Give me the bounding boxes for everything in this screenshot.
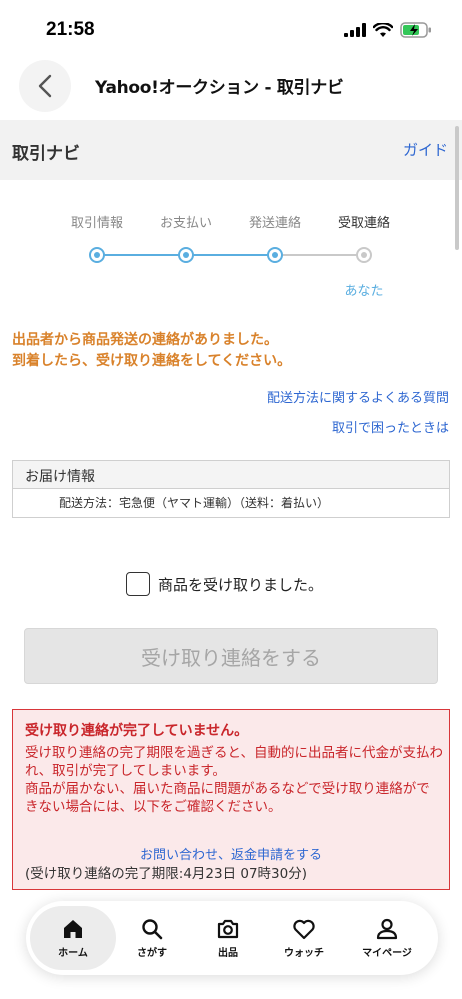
- tab-watch[interactable]: ウォッチ: [268, 906, 340, 970]
- search-icon: [142, 918, 163, 939]
- tab-home[interactable]: ホーム: [30, 906, 116, 970]
- tab-mypage[interactable]: マイページ: [344, 906, 430, 970]
- receipt-confirm-button[interactable]: 受け取り連絡をする: [24, 628, 438, 684]
- home-icon: [64, 919, 82, 938]
- nav-header: Yahoo!オークション - 取引ナビ: [0, 60, 462, 118]
- status-icons: [344, 22, 432, 38]
- section-bar: 取引ナビ ガイド: [0, 120, 462, 180]
- tab-sell[interactable]: 出品: [192, 906, 264, 970]
- back-button[interactable]: [19, 60, 71, 112]
- received-checkbox[interactable]: [126, 572, 150, 596]
- bottom-tab-bar: ホーム さがす 出品 ウォッチ マイページ: [26, 901, 438, 975]
- trouble-help-link[interactable]: 取引で困ったときは: [332, 417, 449, 436]
- delivery-method: 配送方法：宅急便（ヤマト運輸）（送料：着払い）: [59, 496, 330, 510]
- warning-text-2: 商品が届かない、届いた商品に問題があるなどで受け取り連絡ができない場合には、以下…: [25, 781, 430, 815]
- step-label-receipt: 受取連絡: [337, 216, 391, 231]
- heart-icon: [293, 919, 315, 939]
- tab-search-label: さがす: [137, 947, 167, 959]
- chevron-left-icon: [38, 74, 52, 98]
- step-label-shipping: 発送連絡: [248, 216, 302, 231]
- signal-icon: [344, 23, 366, 37]
- page-title: Yahoo!オークション - 取引ナビ: [95, 78, 344, 98]
- tab-watch-label: ウォッチ: [284, 947, 324, 959]
- warning-text: 受け取り連絡の完了期限を過ぎると、自動的に出品者に代金が支払われ、取引が完了して…: [25, 744, 443, 816]
- step-label-info: 取引情報: [70, 216, 124, 231]
- shipping-notice: 出品者から商品発送の連絡がありました。 到着したら、受け取り連絡をしてください。: [12, 330, 291, 372]
- section-title: 取引ナビ: [12, 144, 80, 164]
- warning-text-1: 受け取り連絡の完了期限を過ぎると、自動的に出品者に代金が支払われ、取引が完了して…: [25, 745, 443, 779]
- step-label-payment: お支払い: [159, 216, 213, 231]
- wifi-icon: [373, 22, 393, 37]
- guide-link[interactable]: ガイド: [403, 139, 448, 160]
- step-dot-payment: [178, 247, 194, 263]
- received-checkbox-label[interactable]: 商品を受け取りました。: [158, 574, 323, 595]
- step-line-pending: [275, 254, 364, 256]
- progress-steps: 取引情報 お支払い 発送連絡 受取連絡 あなた: [0, 208, 462, 308]
- received-checkbox-row[interactable]: 商品を受け取りました。: [126, 572, 323, 596]
- tab-home-label: ホーム: [58, 947, 88, 959]
- you-label: あなた: [344, 284, 384, 299]
- status-time: 21:58: [46, 19, 95, 40]
- step-dot-info: [89, 247, 105, 263]
- shipping-faq-link[interactable]: 配送方法に関するよくある質問: [267, 387, 449, 406]
- delivery-info-title: お届け情報: [13, 461, 449, 489]
- shipping-notice-line1: 出品者から商品発送の連絡がありました。: [12, 332, 278, 348]
- contact-refund-link[interactable]: お問い合わせ、返金申請をする: [13, 844, 449, 863]
- warning-box: 受け取り連絡が完了していません。 受け取り連絡の完了期限を過ぎると、自動的に出品…: [12, 709, 450, 890]
- tab-sell-label: 出品: [218, 947, 238, 959]
- battery-charging-icon: [400, 22, 431, 38]
- camera-icon: [217, 919, 239, 938]
- step-dot-receipt: [356, 247, 372, 263]
- status-bar: 21:58: [0, 0, 462, 60]
- shipping-notice-line2: 到着したら、受け取り連絡をしてください。: [12, 353, 292, 369]
- delivery-info-box: お届け情報 配送方法：宅急便（ヤマト運輸）（送料：着払い）: [12, 460, 450, 518]
- tab-search[interactable]: さがす: [116, 906, 188, 970]
- receipt-deadline: (受け取り連絡の完了期限:4月23日 07時30分): [25, 866, 307, 882]
- tab-mypage-label: マイページ: [362, 947, 412, 959]
- warning-title: 受け取り連絡が完了していません。: [25, 723, 249, 739]
- step-dot-shipping: [267, 247, 283, 263]
- person-icon: [376, 918, 398, 939]
